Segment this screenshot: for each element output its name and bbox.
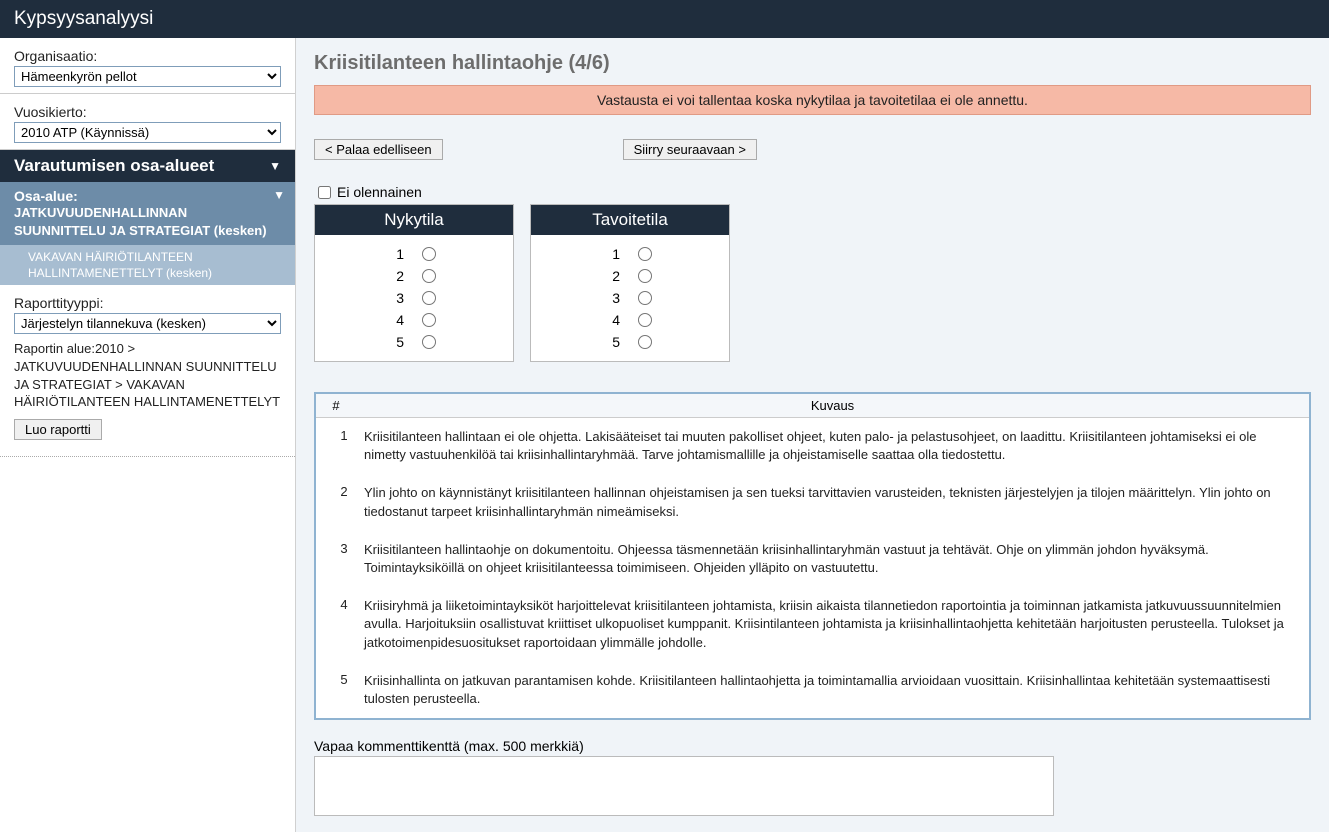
report-breadcrumb: Raportin alue:2010 > JATKUVUUDENHALLINNA… [14, 340, 281, 410]
description-level: 3 [324, 541, 364, 577]
alert-banner: Vastausta ei voi tallentaa koska nykytil… [314, 85, 1311, 115]
area-label: Osa-alue: [14, 188, 281, 204]
col-header-description: Kuvaus [356, 394, 1309, 417]
description-row: 3Kriisitilanteen hallintaohje on dokumen… [316, 531, 1309, 587]
rating-level-label: 3 [608, 290, 620, 306]
rating-level-label: 2 [608, 268, 620, 284]
cycle-select[interactable]: 2010 ATP (Käynnissä) [14, 122, 281, 143]
chevron-down-icon: ▼ [273, 188, 285, 202]
areas-header[interactable]: Varautumisen osa-alueet ▼ [0, 150, 295, 182]
report-type-select[interactable]: Järjestelyn tilannekuva (kesken) [14, 313, 281, 334]
description-row: 5Kriisinhallinta on jatkuvan parantamise… [316, 662, 1309, 718]
rating-row: 4 [531, 309, 729, 331]
rating-level-label: 4 [392, 312, 404, 328]
rating-row: 1 [315, 243, 513, 265]
description-text: Kriisiryhmä ja liiketoimintayksiköt harj… [364, 597, 1301, 652]
description-table: # Kuvaus 1Kriisitilanteen hallintaan ei … [314, 392, 1311, 720]
comment-label: Vapaa kommenttikenttä (max. 500 merkkiä) [314, 738, 1311, 754]
org-select[interactable]: Hämeenkyrön pellot [14, 66, 281, 87]
rating-level-label: 4 [608, 312, 620, 328]
description-text: Ylin johto on käynnistänyt kriisitilante… [364, 484, 1301, 520]
report-type-label: Raporttityyppi: [14, 295, 281, 311]
rating-radio[interactable] [638, 335, 652, 349]
not-relevant-row[interactable]: Ei olennainen [314, 184, 1311, 200]
rating-radio[interactable] [422, 335, 436, 349]
create-report-button[interactable]: Luo raportti [14, 419, 102, 440]
current-state-header: Nykytila [315, 205, 513, 235]
rating-level-label: 3 [392, 290, 404, 306]
description-text: Kriisitilanteen hallintaohje on dokument… [364, 541, 1301, 577]
subarea-item-active[interactable]: VAKAVAN HÄIRIÖTILANTEEN HALLINTAMENETTEL… [0, 245, 295, 285]
rating-radio[interactable] [422, 291, 436, 305]
col-header-number: # [316, 394, 356, 417]
rating-level-label: 1 [392, 246, 404, 262]
app-title: Kypsyysanalyysi [0, 0, 1329, 38]
next-button[interactable]: Siirry seuraavaan > [623, 139, 757, 160]
comment-textarea[interactable] [314, 756, 1054, 816]
org-label: Organisaatio: [14, 48, 281, 64]
current-state-box: Nykytila 1 2 3 4 5 [314, 204, 514, 362]
rating-radio[interactable] [638, 247, 652, 261]
area-name: JATKUVUUDENHALLINNAN SUUNNITTELU JA STRA… [14, 204, 281, 239]
rating-row: 1 [531, 243, 729, 265]
area-item-active[interactable]: ▼ Osa-alue: JATKUVUUDENHALLINNAN SUUNNIT… [0, 182, 295, 245]
rating-row: 3 [315, 287, 513, 309]
rating-row: 3 [531, 287, 729, 309]
not-relevant-label: Ei olennainen [337, 184, 422, 200]
target-state-header: Tavoitetila [531, 205, 729, 235]
description-text: Kriisinhallinta on jatkuvan parantamisen… [364, 672, 1301, 708]
description-row: 4Kriisiryhmä ja liiketoimintayksiköt har… [316, 587, 1309, 662]
rating-row: 2 [315, 265, 513, 287]
description-row: 1Kriisitilanteen hallintaan ei ole ohjet… [316, 418, 1309, 474]
rating-level-label: 5 [608, 334, 620, 350]
cycle-label: Vuosikierto: [14, 104, 281, 120]
rating-row: 4 [315, 309, 513, 331]
rating-row: 5 [531, 331, 729, 353]
description-level: 5 [324, 672, 364, 708]
rating-row: 2 [531, 265, 729, 287]
prev-button[interactable]: < Palaa edelliseen [314, 139, 443, 160]
description-row: 2Ylin johto on käynnistänyt kriisitilant… [316, 474, 1309, 530]
description-level: 4 [324, 597, 364, 652]
rating-radio[interactable] [638, 291, 652, 305]
description-level: 2 [324, 484, 364, 520]
rating-level-label: 2 [392, 268, 404, 284]
not-relevant-checkbox[interactable] [318, 186, 331, 199]
rating-radio[interactable] [638, 269, 652, 283]
description-level: 1 [324, 428, 364, 464]
rating-radio[interactable] [422, 313, 436, 327]
target-state-box: Tavoitetila 1 2 3 4 5 [530, 204, 730, 362]
rating-level-label: 5 [392, 334, 404, 350]
rating-row: 5 [315, 331, 513, 353]
divider [0, 456, 295, 457]
rating-level-label: 1 [608, 246, 620, 262]
sidebar: Organisaatio: Hämeenkyrön pellot Vuosiki… [0, 38, 296, 832]
rating-radio[interactable] [638, 313, 652, 327]
chevron-down-icon: ▼ [269, 159, 281, 173]
page-title: Kriisitilanteen hallintaohje (4/6) [314, 52, 1311, 75]
description-text: Kriisitilanteen hallintaan ei ole ohjett… [364, 428, 1301, 464]
rating-radio[interactable] [422, 269, 436, 283]
main-content: Kriisitilanteen hallintaohje (4/6) Vasta… [296, 38, 1329, 832]
rating-radio[interactable] [422, 247, 436, 261]
